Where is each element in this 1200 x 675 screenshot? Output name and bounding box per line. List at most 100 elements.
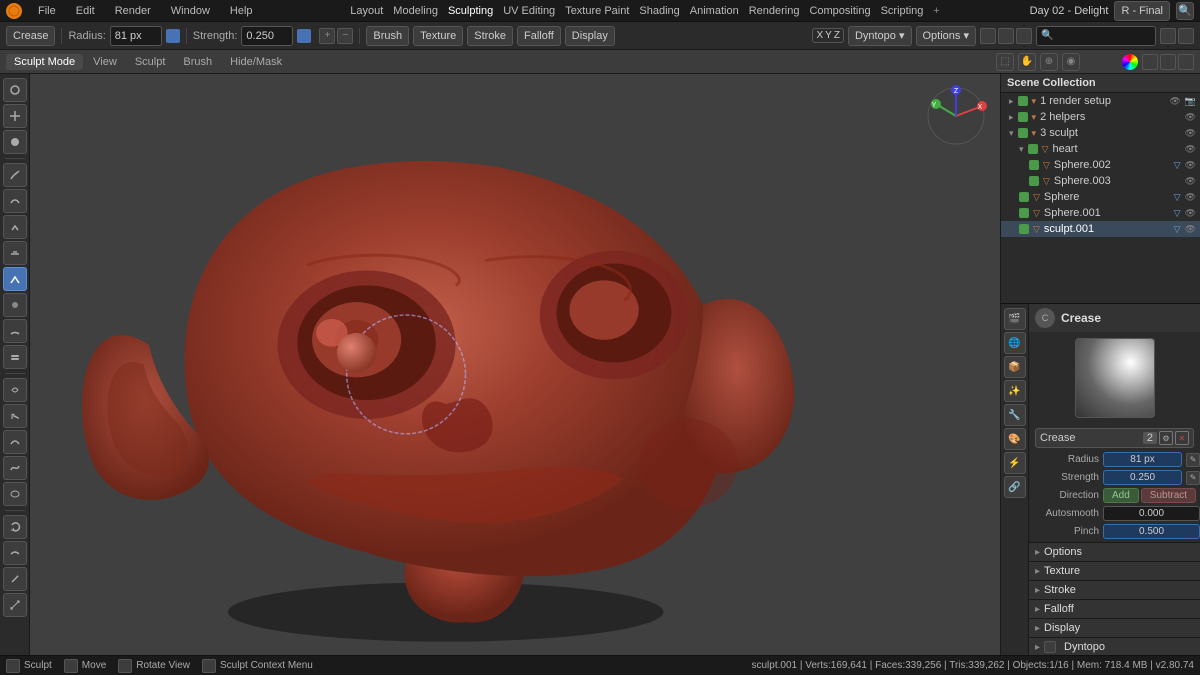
tab-animation[interactable]: Animation	[686, 5, 743, 17]
viewport-shading-btn[interactable]	[1160, 54, 1176, 70]
gizmo-btn[interactable]	[1178, 54, 1194, 70]
color-wheel[interactable]	[1122, 54, 1138, 70]
collection-sphere[interactable]: ▽ Sphere ▽ 👁	[1001, 189, 1200, 205]
tool-measure[interactable]	[3, 593, 27, 617]
radius-input[interactable]	[110, 26, 162, 46]
stroke-dropdown[interactable]: Stroke	[467, 26, 513, 46]
dyntopo-header[interactable]: ▸ Dyntopo	[1029, 638, 1200, 655]
tool-pinch[interactable]	[3, 215, 27, 239]
tool-draw[interactable]	[3, 163, 27, 187]
menu-render[interactable]: Render	[111, 5, 155, 17]
viewport-btn2[interactable]	[998, 28, 1014, 44]
browse-brush-btn[interactable]: ⚙	[1159, 431, 1173, 445]
dyntopo-btn[interactable]: Dyntopo ▾	[848, 26, 912, 46]
tool-move[interactable]	[3, 104, 27, 128]
tool-smooth[interactable]	[3, 189, 27, 213]
radius-value[interactable]: 81 px	[1103, 452, 1182, 467]
visibility-check2[interactable]	[1018, 112, 1028, 122]
dyntopo-check[interactable]	[1044, 641, 1056, 653]
visibility-check4[interactable]	[1028, 144, 1038, 154]
tool-smooth2[interactable]	[3, 541, 27, 565]
viewport[interactable]: X Y Z	[30, 74, 1000, 655]
visibility-check6[interactable]	[1029, 176, 1039, 186]
delete-brush-btn[interactable]: ✕	[1175, 431, 1189, 445]
visibility-check3[interactable]	[1018, 128, 1028, 138]
view-tab[interactable]: View	[85, 54, 125, 70]
sculpt-mode-tab[interactable]: Sculpt Mode	[6, 54, 83, 70]
collection-heart[interactable]: ▾ ▽ heart 👁	[1001, 141, 1200, 157]
collection-sphere003[interactable]: ▽ Sphere.003 👁	[1001, 173, 1200, 189]
visibility-check[interactable]	[1018, 96, 1028, 106]
texture-dropdown[interactable]: Texture	[413, 26, 463, 46]
options-header[interactable]: ▸ Options	[1029, 543, 1200, 561]
prop-object-icon[interactable]: 📦	[1004, 356, 1026, 378]
prop-world-icon[interactable]: 🌐	[1004, 332, 1026, 354]
prop-constraint-icon[interactable]: 🔗	[1004, 476, 1026, 498]
display-header[interactable]: ▸ Display	[1029, 619, 1200, 637]
tab-uv[interactable]: UV Editing	[499, 5, 559, 17]
collection-sphere001[interactable]: ▽ Sphere.001 ▽ 👁	[1001, 205, 1200, 221]
menu-edit[interactable]: Edit	[72, 5, 99, 17]
tool-annotate[interactable]	[3, 567, 27, 591]
zoom-in-btn[interactable]	[1160, 28, 1176, 44]
tool-grab[interactable]	[3, 404, 27, 428]
tab-layout[interactable]: Layout	[346, 5, 387, 17]
prop-material-icon[interactable]: 🎨	[1004, 428, 1026, 450]
direction-sub-btn[interactable]: Subtract	[1141, 488, 1196, 503]
tool-clay[interactable]	[3, 319, 27, 343]
visibility-check5[interactable]	[1029, 160, 1039, 170]
radius-toggle[interactable]	[166, 29, 180, 43]
context-icon[interactable]	[202, 659, 216, 673]
prop-physics-icon[interactable]: ⚡	[1004, 452, 1026, 474]
texture-header[interactable]: ▸ Texture	[1029, 562, 1200, 580]
tab-rendering[interactable]: Rendering	[745, 5, 804, 17]
autosmooth-value[interactable]: 0.000	[1103, 506, 1200, 521]
stroke-header[interactable]: ▸ Stroke	[1029, 581, 1200, 599]
tab-sculpting[interactable]: Sculpting	[444, 5, 497, 17]
viewport-btn1[interactable]	[980, 28, 996, 44]
tool-elastic[interactable]	[3, 482, 27, 506]
menu-file[interactable]: File	[34, 5, 60, 17]
tool-blob[interactable]	[3, 293, 27, 317]
direction-add-btn[interactable]: Add	[1103, 488, 1139, 503]
menu-help[interactable]: Help	[226, 5, 257, 17]
options-btn[interactable]: Options ▾	[916, 26, 977, 46]
visibility-check7[interactable]	[1019, 192, 1029, 202]
rotate-icon[interactable]	[118, 659, 132, 673]
brush-tab[interactable]: Brush	[175, 54, 220, 70]
collection-sculpt[interactable]: ▾ ▾ 3 sculpt 👁	[1001, 125, 1200, 141]
hide-mask-tab[interactable]: Hide/Mask	[222, 54, 290, 70]
tool-1[interactable]	[3, 130, 27, 154]
vp-icon-1[interactable]: ⬚	[996, 53, 1014, 71]
tab-texture-paint[interactable]: Texture Paint	[561, 5, 633, 17]
strength-value[interactable]: 0.250	[1103, 470, 1182, 485]
tool-thumb[interactable]	[3, 430, 27, 454]
radius-edit-btn[interactable]: ✎	[1186, 453, 1200, 467]
overlay-btn[interactable]	[1142, 54, 1158, 70]
vp-icon-4[interactable]: ◉	[1062, 53, 1080, 71]
prop-scene-icon[interactable]: 🎬	[1004, 308, 1026, 330]
display-dropdown[interactable]: Display	[565, 26, 615, 46]
sculpt-mode-icon[interactable]	[6, 659, 20, 673]
strength-input[interactable]	[241, 26, 293, 46]
tool-snake[interactable]	[3, 456, 27, 480]
brush-dropdown[interactable]: Brush	[366, 26, 409, 46]
sculpt-tab[interactable]: Sculpt	[127, 54, 174, 70]
render-engine-btn[interactable]: R - Final	[1114, 1, 1170, 21]
visibility-check9[interactable]	[1019, 224, 1029, 234]
collection-helpers[interactable]: ▸ ▾ 2 helpers 👁	[1001, 109, 1200, 125]
pinch-value[interactable]: 0.500	[1103, 524, 1200, 539]
add-btn[interactable]: +	[319, 28, 335, 44]
visibility-check8[interactable]	[1019, 208, 1029, 218]
tool-clay-strips[interactable]	[3, 345, 27, 369]
collection-sphere002[interactable]: ▽ Sphere.002 ▽ 👁	[1001, 157, 1200, 173]
vp-icon-3[interactable]: ⊕	[1040, 53, 1058, 71]
tool-crease[interactable]	[3, 267, 27, 291]
prop-particles-icon[interactable]: ✨	[1004, 380, 1026, 402]
tool-flatten[interactable]	[3, 241, 27, 265]
tab-modeling[interactable]: Modeling	[389, 5, 442, 17]
tab-compositing[interactable]: Compositing	[805, 5, 874, 17]
search-btn[interactable]: 🔍	[1176, 2, 1194, 20]
menu-window[interactable]: Window	[167, 5, 214, 17]
brush-crease-btn[interactable]: Crease	[6, 26, 55, 46]
